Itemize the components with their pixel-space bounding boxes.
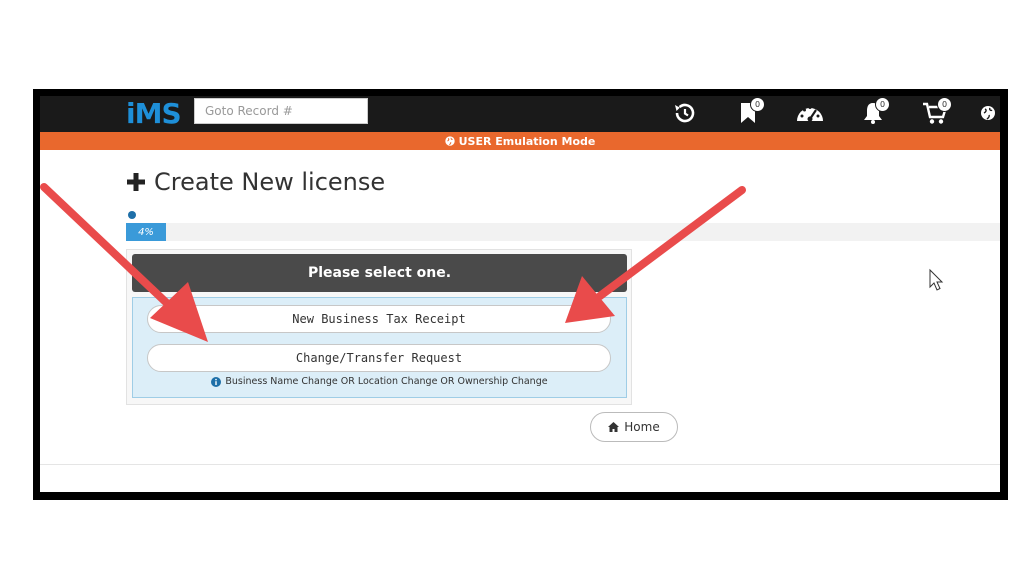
change-transfer-request-button[interactable]: Change/Transfer Request [147, 344, 611, 372]
help-note-text: Business Name Change OR Location Change … [225, 376, 548, 387]
new-business-tax-receipt-button[interactable]: New Business Tax Receipt [147, 305, 611, 333]
emulation-mode-text: USER Emulation Mode [458, 134, 596, 148]
progress-bar: 4% [126, 223, 1000, 241]
cart-icon[interactable]: 0 [920, 97, 952, 126]
panel-heading: Please select one. [132, 254, 627, 292]
top-navbar: iMS 0 0 0 [40, 96, 1000, 132]
home-button[interactable]: Home [590, 412, 678, 442]
user-emulation-bar: USER Emulation Mode [40, 132, 1000, 150]
page-title: Create New license [126, 168, 385, 196]
plus-icon [127, 173, 145, 191]
history-icon[interactable] [670, 100, 700, 126]
home-button-label: Home [624, 420, 660, 434]
cart-badge: 0 [937, 97, 952, 112]
home-icon [608, 422, 620, 432]
bell-badge: 0 [875, 97, 890, 112]
app-logo[interactable]: iMS [126, 97, 182, 130]
bookmark-badge: 0 [750, 97, 765, 112]
bookmark-icon[interactable]: 0 [733, 97, 765, 126]
progress-marker-dot [128, 211, 136, 219]
app-screen: iMS 0 0 0 USER Emulation Mode Create New… [40, 96, 1000, 492]
info-icon [211, 376, 222, 387]
bell-icon[interactable]: 0 [858, 97, 890, 126]
dashboard-icon[interactable] [795, 100, 825, 126]
globe-icon[interactable] [976, 100, 1000, 126]
page-title-text: Create New license [154, 168, 386, 196]
progress-bar-fill: 4% [126, 223, 166, 241]
change-request-help-note: Business Name Change OR Location Change … [132, 376, 627, 387]
goto-record-input[interactable] [194, 98, 368, 124]
globe-icon [444, 136, 455, 146]
content-divider [40, 464, 1000, 465]
